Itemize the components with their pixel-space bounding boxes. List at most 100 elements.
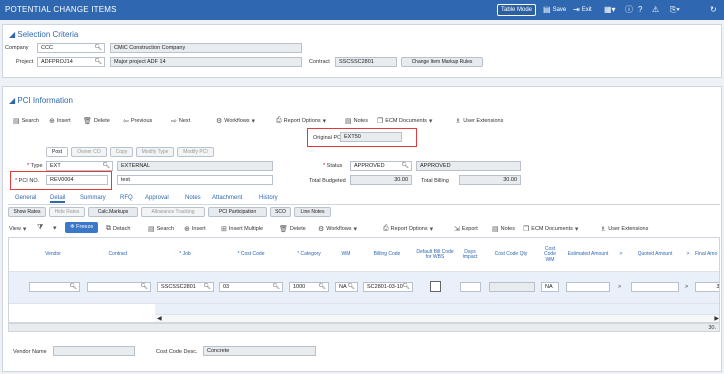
grid-workflows-button[interactable]: ⚙ Workflows ▾ xyxy=(318,225,357,233)
cost-code-wm-input[interactable]: NA xyxy=(541,282,559,292)
pci-description-input[interactable]: test xyxy=(117,175,273,185)
column-header-final-amount[interactable]: Final Amo xyxy=(695,238,719,272)
search-button[interactable]: ▤ Search xyxy=(13,117,39,125)
column-header-billing-code[interactable]: Billing Code xyxy=(361,238,413,272)
grid-user-extensions-button[interactable]: ♗ User Extensions xyxy=(600,225,648,233)
hide-rates-button[interactable]: Hide Rates xyxy=(49,207,85,217)
days-impact-input[interactable] xyxy=(460,282,481,292)
freeze-button[interactable]: ❄ Freeze xyxy=(65,222,99,233)
export-menu-icon[interactable]: ⎘▾ xyxy=(670,4,680,16)
show-rates-button[interactable]: Show Rates xyxy=(8,207,46,217)
column-header-estimated-amount[interactable]: Estimated Amount xyxy=(563,238,613,272)
column-header-expand-1[interactable]: > xyxy=(615,238,627,272)
pci-no-input[interactable]: REV0004 xyxy=(46,175,108,185)
view-menu[interactable]: View ▾ xyxy=(9,225,26,233)
modify-pci-button[interactable]: Modify PCI xyxy=(177,147,214,157)
tab-history[interactable]: History xyxy=(259,195,278,201)
grid-search-button[interactable]: ▤ Search xyxy=(148,225,174,233)
owner-co-button[interactable]: Owner CO xyxy=(71,147,107,157)
column-header-wm[interactable]: WM xyxy=(333,238,359,272)
column-header-vendor[interactable]: Vendor xyxy=(25,238,81,272)
copy-button[interactable]: Copy xyxy=(110,147,133,157)
tab-detail[interactable]: Detail xyxy=(50,195,66,203)
grid-report-options-button[interactable]: ⎙ Report Options ▾ xyxy=(383,225,433,233)
expand-2-arrow[interactable]: > xyxy=(685,284,688,290)
next-button[interactable]: ⇨ Next xyxy=(171,117,190,125)
category-input[interactable]: 1000 🔍︎ xyxy=(289,282,329,292)
column-header-cost-code-qty[interactable]: Cost Code Qty xyxy=(485,238,537,272)
post-button[interactable]: Post xyxy=(46,147,68,157)
company-name-field: CMiC Construction Company xyxy=(110,43,302,53)
grid-ecm-button[interactable]: ❐ ECM Documents ▾ xyxy=(523,225,578,233)
allowance-tracking-button[interactable]: Allowance Tracking xyxy=(141,207,205,217)
filter-icon[interactable]: ⧩ xyxy=(37,224,43,232)
column-header-category[interactable]: * Category xyxy=(287,238,331,272)
insert-multiple-button[interactable]: ⊞ Insert Multiple xyxy=(221,225,263,233)
help-icon[interactable]: ? xyxy=(638,4,642,16)
total-budgeted-label: Total Budgeted xyxy=(309,178,346,184)
final-amount-input[interactable]: 30. xyxy=(695,282,719,292)
refresh-icon[interactable]: ↻ xyxy=(710,4,717,16)
tab-general[interactable]: General xyxy=(15,195,36,201)
sco-button[interactable]: SCO xyxy=(270,207,291,217)
horizontal-scrollbar[interactable]: ◀ ▶ xyxy=(155,314,719,322)
column-header-job[interactable]: * Job xyxy=(155,238,215,272)
ecm-documents-button[interactable]: ❐ ECM Documents ▾ xyxy=(377,117,432,125)
exit-button[interactable]: ⇥ Exit xyxy=(573,4,592,16)
search-icon: 🔍︎ xyxy=(140,284,148,290)
grid-delete-button[interactable]: 🗑︎ Delete xyxy=(279,225,306,233)
notes-button[interactable]: ▤ Notes xyxy=(345,117,368,125)
grid-insert-button[interactable]: ⊕ Insert xyxy=(184,225,206,233)
job-input[interactable]: SSCSSC2801 🔍︎ xyxy=(157,282,214,292)
expand-1-arrow[interactable]: > xyxy=(618,284,621,290)
column-header-cost-code[interactable]: * Cost Code xyxy=(217,238,285,272)
tab-notes[interactable]: Notes xyxy=(185,195,201,201)
column-header-default-bill-code[interactable]: Default Bill Code for WBS xyxy=(415,238,455,272)
previous-button[interactable]: ⇦ Previous xyxy=(123,117,152,125)
workflows-icon: ⚙ xyxy=(318,226,325,233)
wm-input[interactable]: NA 🔍︎ xyxy=(335,282,358,292)
vendor-input[interactable]: 🔍︎ xyxy=(29,282,80,292)
grid-options-icon[interactable]: ▾ xyxy=(53,224,57,232)
quoted-amount-input[interactable] xyxy=(631,282,679,292)
change-item-markup-rules-button[interactable]: Change Item Markup Rules xyxy=(401,57,483,67)
warning-icon[interactable]: ⚠ xyxy=(652,4,659,16)
table-mode-button[interactable]: Table Mode xyxy=(497,4,537,16)
company-input[interactable]: CCC 🔍︎ xyxy=(37,43,105,53)
tab-summary[interactable]: Summary xyxy=(80,195,106,201)
table-row[interactable]: 🔍︎ 🔍︎ SSCSSC2801 🔍︎ 03 🔍︎ 1000 🔍︎ NA 🔍︎ SC28… xyxy=(9,272,719,304)
tab-approval[interactable]: Approval xyxy=(145,195,169,201)
grid-notes-button[interactable]: ▤ Notes xyxy=(492,225,515,233)
estimated-amount-input[interactable] xyxy=(566,282,610,292)
column-header-quoted-amount[interactable]: Quoted Amount xyxy=(629,238,681,272)
pci-participation-button[interactable]: PCI Participation xyxy=(208,207,267,217)
cost-code-input[interactable]: 03 🔍︎ xyxy=(219,282,283,292)
insert-button[interactable]: ⊕ Insert xyxy=(49,117,71,125)
menu-grid-icon[interactable]: ▦▾ xyxy=(604,4,616,16)
delete-button[interactable]: 🗑︎ Delete xyxy=(83,117,110,125)
default-bill-code-checkbox[interactable] xyxy=(430,281,441,292)
tab-rfq[interactable]: RFQ xyxy=(120,195,133,201)
modify-type-button[interactable]: Modify Type xyxy=(136,147,174,157)
column-header-expand-2[interactable]: > xyxy=(683,238,693,272)
calc-markups-button[interactable]: Calc.Markups xyxy=(88,207,138,217)
report-options-button[interactable]: ⎙ Report Options ▾ xyxy=(276,117,326,125)
contract-input[interactable]: 🔍︎ xyxy=(87,282,151,292)
info-icon[interactable]: ⓘ xyxy=(625,4,633,16)
type-input[interactable]: EXT 🔍︎ xyxy=(46,161,113,171)
line-notes-button[interactable]: Line Notes xyxy=(294,207,331,217)
workflows-button[interactable]: ⚙ Workflows ▾ xyxy=(216,117,255,125)
detach-button[interactable]: ⧉ Detach xyxy=(106,225,130,233)
tab-attachment[interactable]: Attachment xyxy=(212,195,242,201)
billing-code-input[interactable]: SC2801-03-10 🔍︎ xyxy=(363,282,413,292)
save-button[interactable]: ▤ Save xyxy=(543,4,566,16)
column-header-contract[interactable]: Contract xyxy=(83,238,153,272)
arrow-left-icon: ⇦ xyxy=(123,118,129,125)
total-budgeted-field: 30.00 xyxy=(350,175,412,185)
project-input[interactable]: ADFPROJ14 🔍︎ xyxy=(37,57,105,67)
export-button[interactable]: ⇲ Export xyxy=(454,225,478,233)
column-header-cost-code-wm[interactable]: Cost Code WM xyxy=(539,238,561,272)
status-input[interactable]: APPROVED 🔍︎ xyxy=(350,161,412,171)
column-header-days-impact[interactable]: Days Impact xyxy=(457,238,483,272)
user-extensions-button[interactable]: ♗ User Extensions xyxy=(455,117,503,125)
